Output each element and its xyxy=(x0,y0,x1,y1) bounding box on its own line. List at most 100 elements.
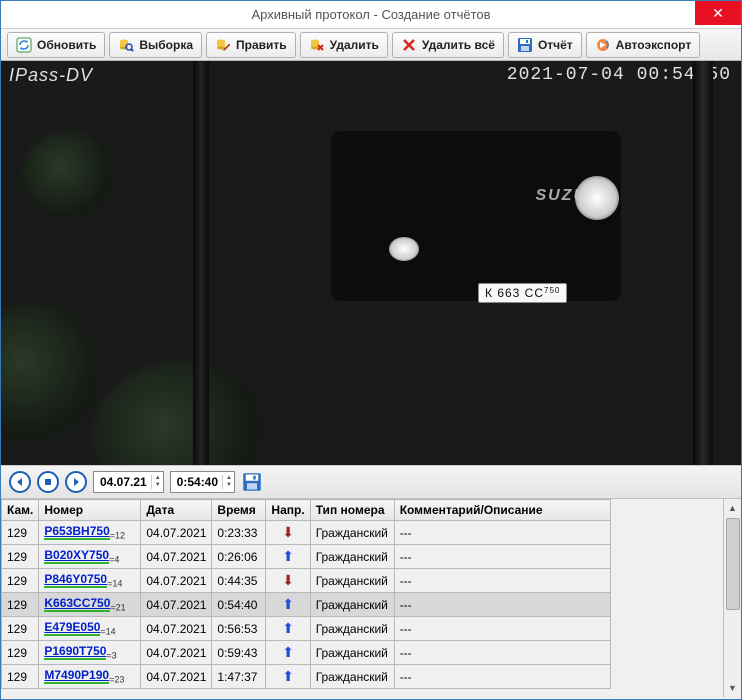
cell-date: 04.07.2021 xyxy=(141,617,212,641)
cell-type: Гражданский xyxy=(310,521,394,545)
autoexport-button[interactable]: Автоэкспорт xyxy=(586,32,701,58)
video-source-label: IPass-DV xyxy=(9,65,93,86)
edit-label: Править xyxy=(236,38,287,52)
filter-button[interactable]: Выборка xyxy=(109,32,202,58)
delete-label: Удалить xyxy=(330,38,379,52)
scroll-down-button[interactable]: ▼ xyxy=(724,679,741,697)
arrow-down-icon: ⬇ xyxy=(282,524,294,540)
header-direction[interactable]: Напр. xyxy=(266,500,310,521)
foliage xyxy=(21,131,121,221)
table-row[interactable]: 129E479E050=1404.07.20210:56:53⬆Гражданс… xyxy=(2,617,611,641)
cell-comment: --- xyxy=(394,641,610,665)
header-date[interactable]: Дата xyxy=(141,500,212,521)
cell-date: 04.07.2021 xyxy=(141,593,212,617)
spinner-arrows[interactable]: ▲▼ xyxy=(222,475,232,489)
cell-date: 04.07.2021 xyxy=(141,665,212,689)
close-icon: ✕ xyxy=(712,5,724,22)
cell-plate[interactable]: E479E050=14 xyxy=(39,617,141,641)
cell-direction: ⬆ xyxy=(266,593,310,617)
date-spinner[interactable]: 04.07.21 ▲▼ xyxy=(93,471,164,493)
cell-comment: --- xyxy=(394,521,610,545)
foliage xyxy=(1,301,101,451)
cell-time: 1:47:37 xyxy=(212,665,266,689)
cell-plate[interactable]: M7490P190=23 xyxy=(39,665,141,689)
report-button[interactable]: Отчёт xyxy=(508,32,582,58)
prev-button[interactable] xyxy=(9,471,31,493)
next-button[interactable] xyxy=(65,471,87,493)
scroll-thumb[interactable] xyxy=(726,518,740,610)
table-row[interactable]: 129P1690T750=304.07.20210:59:43⬆Гражданс… xyxy=(2,641,611,665)
cell-direction: ⬆ xyxy=(266,641,310,665)
headlight xyxy=(389,237,419,261)
delete-all-button[interactable]: Удалить всё xyxy=(392,32,504,58)
cell-type: Гражданский xyxy=(310,617,394,641)
cell-plate[interactable]: P1690T750=3 xyxy=(39,641,141,665)
pole xyxy=(693,61,713,465)
license-plate: К 663 СС750 xyxy=(478,283,567,303)
cell-plate[interactable]: P846Y0750=14 xyxy=(39,569,141,593)
headlight xyxy=(575,176,619,220)
refresh-label: Обновить xyxy=(37,38,96,52)
cell-date: 04.07.2021 xyxy=(141,545,212,569)
arrow-up-icon: ⬆ xyxy=(282,596,294,612)
spinner-arrows[interactable]: ▲▼ xyxy=(151,475,161,489)
cell-comment: --- xyxy=(394,593,610,617)
header-time[interactable]: Время xyxy=(212,500,266,521)
header-number[interactable]: Номер xyxy=(39,500,141,521)
refresh-button[interactable]: Обновить xyxy=(7,32,105,58)
cell-plate[interactable]: P653BH750=12 xyxy=(39,521,141,545)
cell-direction: ⬆ xyxy=(266,545,310,569)
arrow-up-icon: ⬆ xyxy=(282,644,294,660)
cell-type: Гражданский xyxy=(310,665,394,689)
scroll-up-button[interactable]: ▲ xyxy=(724,499,741,517)
header-camera[interactable]: Кам. xyxy=(2,500,39,521)
table-row[interactable]: 129K663CC750=2104.07.20210:54:40⬆Граждан… xyxy=(2,593,611,617)
table-row[interactable]: 129M7490P190=2304.07.20211:47:37 ⬆ Граждан… xyxy=(2,665,611,689)
delete-all-label: Удалить всё xyxy=(422,38,495,52)
delete-button[interactable]: Удалить xyxy=(300,32,388,58)
table-row[interactable]: 129P653BH750=1204.07.20210:23:33⬇Граждан… xyxy=(2,521,611,545)
date-value: 04.07.21 xyxy=(100,475,147,489)
cell-type: Гражданский xyxy=(310,641,394,665)
cell-time: 0:54:40 xyxy=(212,593,266,617)
edit-button[interactable]: Править xyxy=(206,32,296,58)
cell-type: Гражданский xyxy=(310,569,394,593)
cell-camera: 129 xyxy=(2,545,39,569)
arrow-down-icon: ⬇ xyxy=(282,572,294,588)
cell-date: 04.07.2021 xyxy=(141,641,212,665)
close-button[interactable]: ✕ xyxy=(695,1,741,25)
arrow-up-icon: ⬆ xyxy=(282,620,294,636)
arrow-up-icon: ⬆ xyxy=(282,668,294,684)
header-comment[interactable]: Комментарий/Описание xyxy=(394,500,610,521)
table-header-row: Кам. Номер Дата Время Напр. Тип номера К… xyxy=(2,500,611,521)
vehicle-shape: SUZUKI xyxy=(331,131,621,301)
records-table: Кам. Номер Дата Время Напр. Тип номера К… xyxy=(1,499,611,689)
autoexport-icon xyxy=(595,37,611,53)
cell-camera: 129 xyxy=(2,521,39,545)
header-type[interactable]: Тип номера xyxy=(310,500,394,521)
cell-direction: ⬆ xyxy=(266,617,310,641)
stop-button[interactable] xyxy=(37,471,59,493)
cell-comment: --- xyxy=(394,665,610,689)
autoexport-label: Автоэкспорт xyxy=(616,38,692,52)
cell-plate[interactable]: K663CC750=21 xyxy=(39,593,141,617)
cell-date: 04.07.2021 xyxy=(141,521,212,545)
table-scroll: Кам. Номер Дата Время Напр. Тип номера К… xyxy=(1,499,723,697)
filter-label: Выборка xyxy=(139,38,193,52)
cell-camera: 129 xyxy=(2,665,39,689)
cell-type: Гражданский xyxy=(310,545,394,569)
save-frame-button[interactable] xyxy=(241,471,263,493)
cell-date: 04.07.2021 xyxy=(141,569,212,593)
cell-direction: ⬇ xyxy=(266,569,310,593)
toolbar: Обновить Выборка Править Удалить Удалить… xyxy=(1,29,741,61)
cell-time: 0:59:43 xyxy=(212,641,266,665)
time-spinner[interactable]: 0:54:40 ▲▼ xyxy=(170,471,235,493)
cell-type: Гражданский xyxy=(310,593,394,617)
arrow-up-icon: ⬆ xyxy=(282,548,294,564)
cell-comment: --- xyxy=(394,617,610,641)
table-row[interactable]: 129P846Y0750=1404.07.20210:44:35⬇Граждан… xyxy=(2,569,611,593)
vertical-scrollbar[interactable]: ▲ ▼ xyxy=(723,499,741,697)
cell-plate[interactable]: B020XY750=4 xyxy=(39,545,141,569)
titlebar: Архивный протокол - Создание отчётов ✕ xyxy=(1,1,741,29)
table-row[interactable]: 129B020XY750=404.07.20210:26:06⬆Гражданс… xyxy=(2,545,611,569)
